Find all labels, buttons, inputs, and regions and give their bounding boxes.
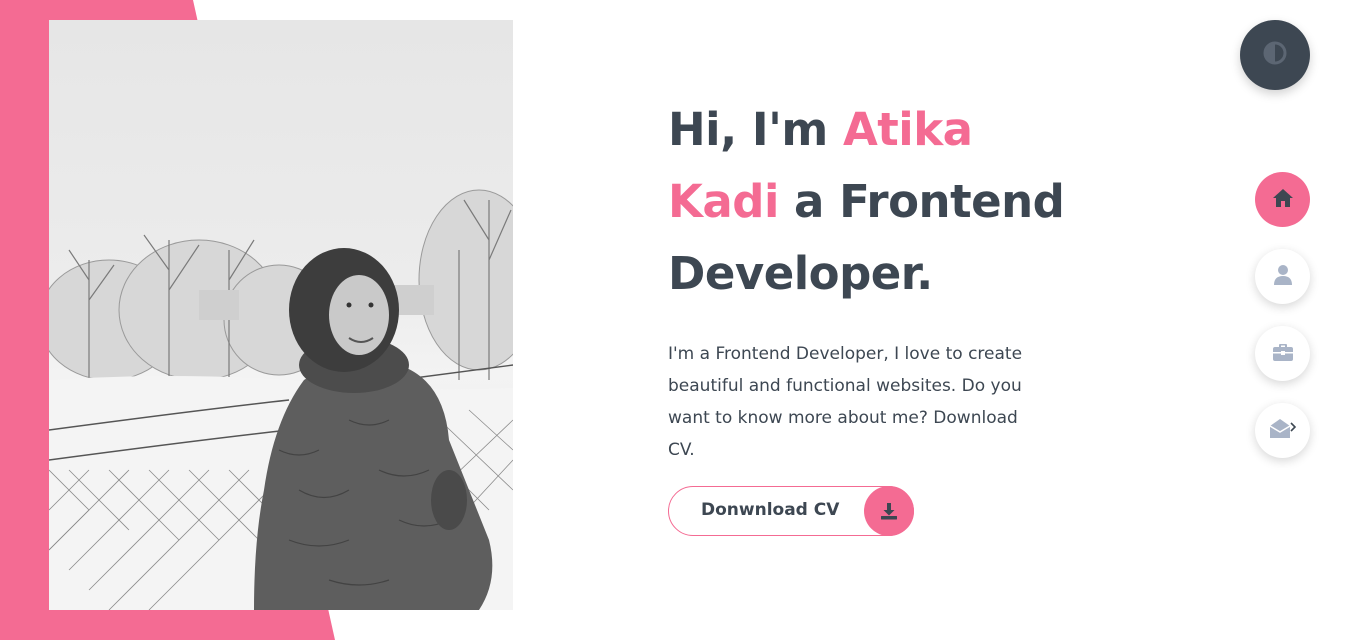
download-cv-button[interactable]: Donwnload CV [668,486,914,536]
theme-toggle-button[interactable] [1240,20,1310,90]
contrast-icon [1263,41,1287,69]
profile-photo-illustration [49,189,513,610]
download-icon [864,486,914,536]
hero-title-greeting: Hi, I'm [668,103,843,156]
user-icon [1273,264,1293,290]
home-page: Hi, I'm Atika Kadi a Frontend Developer.… [0,0,1348,640]
nav-item-home[interactable] [1255,172,1310,227]
envelope-open-icon [1269,418,1297,444]
hero-description: I'm a Frontend Developer, I love to crea… [668,344,1023,460]
profile-photo [49,20,513,610]
home-icon [1272,188,1294,212]
download-cv-label: Donwnload CV [701,500,840,520]
hero-title: Hi, I'm Atika Kadi a Frontend Developer. [668,94,1088,310]
nav-item-portfolio[interactable] [1255,326,1310,381]
hero-section: Hi, I'm Atika Kadi a Frontend Developer.… [668,94,1088,466]
nav-item-contact[interactable] [1255,403,1310,458]
nav-item-about[interactable] [1255,249,1310,304]
briefcase-icon [1272,342,1294,366]
